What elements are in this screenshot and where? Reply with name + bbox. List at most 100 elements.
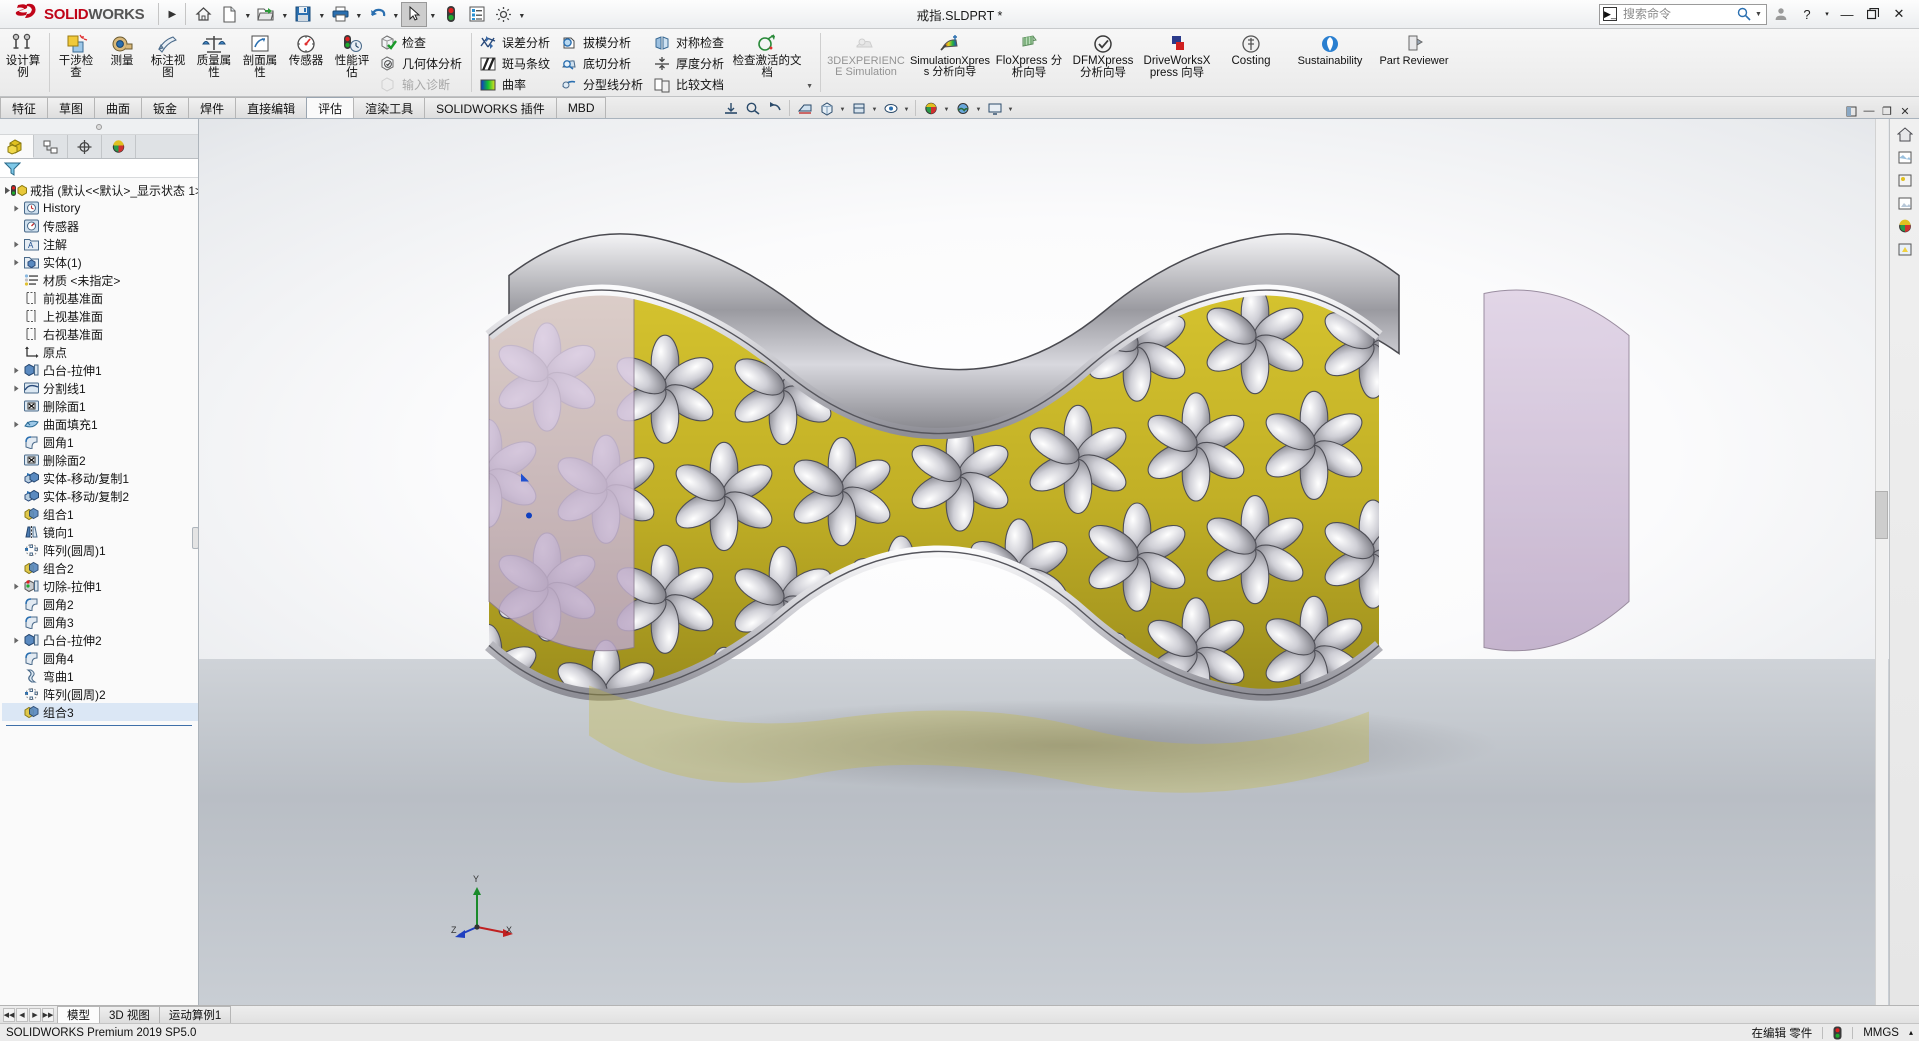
help-icon[interactable]: ?	[1795, 2, 1819, 26]
check-active-document-button[interactable]: 检查激活的文档	[730, 29, 804, 95]
display-style-icon[interactable]	[848, 98, 869, 118]
draft-analysis-button[interactable]: 拔模分析	[556, 32, 649, 53]
save-icon[interactable]	[290, 2, 316, 27]
tab-first-button[interactable]: ◀◀	[3, 1007, 15, 1022]
tree-node[interactable]: 组合3	[2, 703, 198, 721]
tab-sheetmetal[interactable]: 钣金	[141, 97, 190, 118]
tab-solidworks-addins[interactable]: SOLIDWORKS 插件	[424, 97, 557, 118]
expand-menu-arrow-icon[interactable]: ▶	[163, 9, 181, 20]
apply-scene-icon[interactable]	[952, 98, 973, 118]
expand-arrow-icon[interactable]	[10, 367, 23, 374]
tree-node[interactable]: 阵列(圆周)2	[2, 685, 198, 703]
tree-node[interactable]: 材质 <未指定>	[2, 271, 198, 289]
mass-properties-button[interactable]: 质量属性	[191, 29, 237, 95]
interference-check-button[interactable]: 干涉检查	[53, 29, 99, 95]
floxpress-wizard-button[interactable]: FloXpress 分析向导	[992, 29, 1066, 95]
tree-node[interactable]: 原点	[2, 343, 198, 361]
tree-node[interactable]: 弯曲1	[2, 667, 198, 685]
open-dropdown-icon[interactable]: ▼	[279, 2, 290, 27]
tab-sketch[interactable]: 草图	[47, 97, 96, 118]
color-palette-icon[interactable]	[1894, 216, 1916, 236]
section-properties-button[interactable]: 剖面属性	[237, 29, 283, 95]
sustainability-button[interactable]: Sustainability	[1288, 29, 1372, 95]
undercut-analysis-button[interactable]: 底切分析	[556, 53, 649, 74]
open-folder-icon[interactable]	[253, 2, 279, 27]
display-style-dropdown-icon[interactable]: ▼	[870, 98, 879, 118]
document-restore-button[interactable]: ❐	[1880, 104, 1894, 118]
tree-node[interactable]: 圆角3	[2, 613, 198, 631]
viewport-scroll-thumb[interactable]	[1875, 491, 1888, 540]
tree-node[interactable]: 右视基准面	[2, 325, 198, 343]
part-reviewer-button[interactable]: Part Reviewer	[1372, 29, 1456, 95]
previous-view-icon[interactable]	[764, 98, 785, 118]
document-close-button[interactable]: ✕	[1898, 104, 1912, 118]
expand-arrow-icon[interactable]	[10, 259, 23, 266]
tree-node[interactable]: 传感器	[2, 217, 198, 235]
simulationxpress-wizard-button[interactable]: SimulationXpress 分析向导	[908, 29, 992, 95]
performance-evaluation-button[interactable]: 性能评估	[329, 29, 375, 95]
solidworks-logo[interactable]: SOLIDWORKS	[0, 0, 154, 28]
tree-node[interactable]: 凸台-拉伸2	[2, 631, 198, 649]
search-scope-icon[interactable]: ▶_	[1603, 7, 1617, 21]
ring-model[interactable]	[469, 215, 1649, 838]
tree-node[interactable]: 组合2	[2, 559, 198, 577]
tab-evaluate[interactable]: 评估	[306, 97, 355, 118]
thickness-analysis-button[interactable]: 厚度分析	[649, 53, 730, 74]
tree-node[interactable]: 圆角4	[2, 649, 198, 667]
tree-node[interactable]: 组合1	[2, 505, 198, 523]
minimize-button[interactable]: —	[1835, 2, 1859, 26]
tab-features[interactable]: 特征	[0, 97, 49, 118]
restore-button[interactable]	[1861, 2, 1885, 26]
close-button[interactable]: ✕	[1887, 2, 1911, 26]
check-active-document-dropdown-icon[interactable]: ▼	[804, 83, 817, 96]
tree-node[interactable]: 前视基准面	[2, 289, 198, 307]
dfmxpress-wizard-button[interactable]: DFMXpress 分析向导	[1066, 29, 1140, 95]
home-view-icon[interactable]	[1894, 124, 1916, 144]
new-document-dropdown-icon[interactable]: ▼	[242, 2, 253, 27]
pin-panel-icon[interactable]	[1844, 104, 1858, 118]
zebra-stripes-button[interactable]: 斑马条纹	[475, 53, 556, 74]
lights-panel-icon[interactable]	[1894, 239, 1916, 259]
compare-documents-button[interactable]: 比较文档	[649, 74, 730, 95]
curvature-button[interactable]: 曲率	[475, 74, 556, 95]
search-dropdown-icon[interactable]: ▼	[1755, 11, 1762, 18]
tree-node[interactable]: 圆角2	[2, 595, 198, 613]
tab-last-button[interactable]: ▶▶	[42, 1007, 54, 1022]
tab-mbd[interactable]: MBD	[555, 97, 607, 118]
zoom-to-area-icon[interactable]	[742, 98, 763, 118]
apply-scene-dropdown-icon[interactable]: ▼	[974, 98, 983, 118]
panel-splitter-handle[interactable]	[192, 526, 199, 549]
annotation-view-button[interactable]: 标注视图	[145, 29, 191, 95]
tree-node[interactable]: 曲面填充1	[2, 415, 198, 433]
3dexperience-simulation-button[interactable]: 3DEXPERIENCE Simulation	[824, 29, 908, 95]
tab-next-button[interactable]: ▶	[29, 1007, 41, 1022]
bottom-tab-motion-study[interactable]: 运动算例1	[158, 1006, 232, 1023]
configuration-manager-tab[interactable]	[68, 135, 102, 158]
import-diagnostics-button[interactable]: 输入诊断	[375, 74, 468, 95]
print-icon[interactable]	[327, 2, 353, 27]
tree-node[interactable]: 删除面2	[2, 451, 198, 469]
property-manager-tab[interactable]	[34, 135, 68, 158]
search-icon[interactable]	[1737, 7, 1751, 21]
tree-node[interactable]: 实体(1)	[2, 253, 198, 271]
bottom-tab-3d-views[interactable]: 3D 视图	[99, 1006, 160, 1023]
driveworksxpress-wizard-button[interactable]: DriveWorksXpress 向导	[1140, 29, 1214, 95]
deviation-analysis-button[interactable]: 误差分析	[475, 32, 556, 53]
file-properties-icon[interactable]	[464, 2, 490, 27]
new-document-icon[interactable]	[216, 2, 242, 27]
tree-node[interactable]: 删除面1	[2, 397, 198, 415]
status-units-text[interactable]: MMGS	[1863, 1027, 1899, 1039]
feature-tree[interactable]: 戒指 (默认<<默认>_显示状态 1>) History 传感器 A 注解 实体(1) 材…	[0, 178, 198, 1005]
zoom-to-fit-icon[interactable]	[720, 98, 741, 118]
decals-panel-icon[interactable]	[1894, 193, 1916, 213]
expand-arrow-icon[interactable]	[10, 385, 23, 392]
tab-render-tools[interactable]: 渲染工具	[353, 97, 426, 118]
select-dropdown-icon[interactable]: ▼	[427, 2, 438, 27]
view-settings-dropdown-icon[interactable]: ▼	[1006, 98, 1015, 118]
home-icon[interactable]	[190, 2, 216, 27]
edit-appearance-icon[interactable]	[920, 98, 941, 118]
document-minimize-button[interactable]: —	[1862, 104, 1876, 118]
help-dropdown-icon[interactable]: ▾	[1821, 2, 1833, 26]
tab-direct-editing[interactable]: 直接编辑	[235, 97, 308, 118]
costing-button[interactable]: Costing	[1214, 29, 1288, 95]
